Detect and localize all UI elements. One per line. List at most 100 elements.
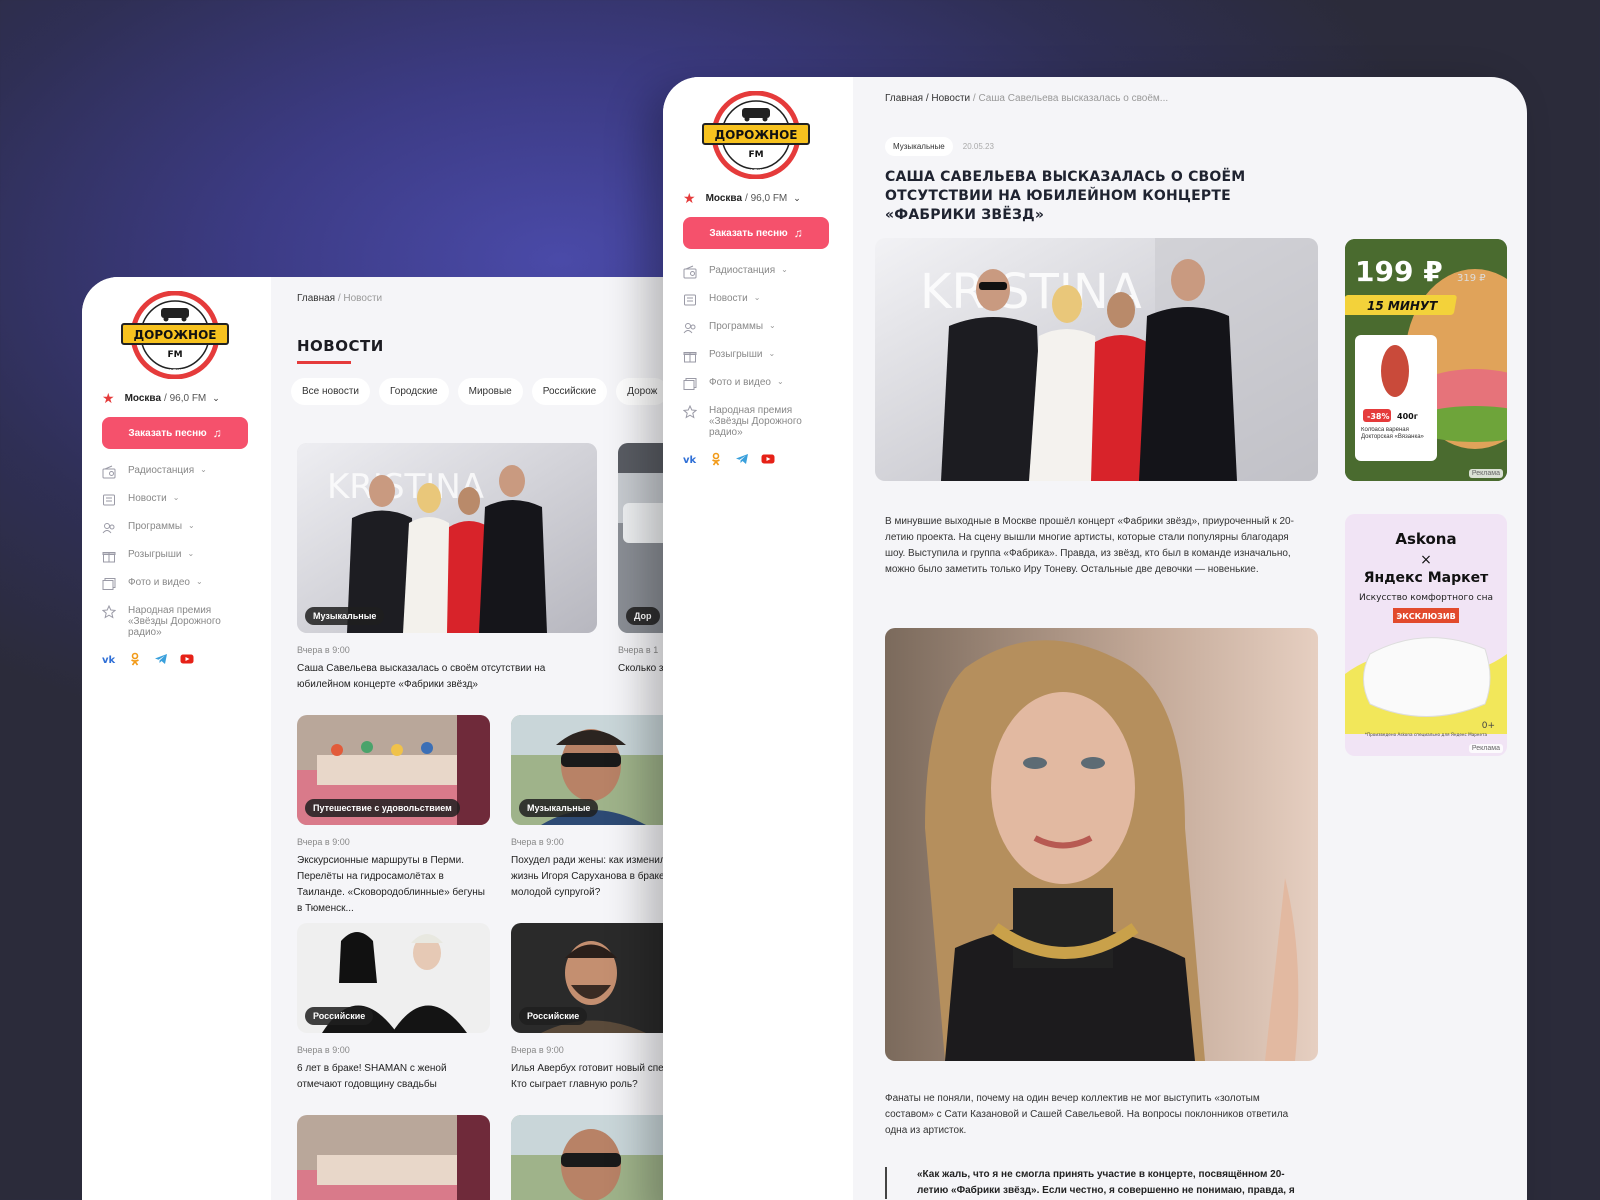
sidebar-item-radiostation[interactable]: Радиостанция ⌄	[683, 265, 833, 279]
sidebar-item-award[interactable]: Народная премия «Звёзды Дорожного радио»	[683, 405, 833, 438]
sidebar-item-label: Новости	[128, 493, 167, 504]
card-headline[interactable]: Похудел ради жены: как изменил жизнь Иго…	[511, 853, 681, 901]
svg-text:Askona: Askona	[1395, 530, 1456, 548]
sidebar-item-programs[interactable]: Программы ⌄	[102, 521, 251, 535]
news-card[interactable]: Музыкальные Вчера в 9:00 Похудел ради же…	[511, 715, 682, 901]
sidebar-item-label: Радиостанция	[709, 265, 776, 276]
news-card[interactable]	[511, 1115, 682, 1200]
sidebar-item-giveaways[interactable]: Розыгрыши ⌄	[102, 549, 251, 563]
breadcrumb: Главная / Новости	[297, 293, 682, 304]
news-card-image[interactable]: Российские	[511, 923, 682, 1033]
sidebar-item-news[interactable]: Новости ⌄	[683, 293, 833, 307]
card-headline[interactable]: 6 лет в браке! SHAMAN с женой отмечают г…	[297, 1061, 490, 1093]
news-card-image[interactable]: KRISTINA Музыкальные	[297, 443, 597, 633]
category-tag[interactable]: Музыкальные	[885, 137, 953, 156]
ad-banner-askona[interactable]: Askona × Яндекс Маркет Искусство комфорт…	[1345, 514, 1507, 756]
sidebar-item-giveaways[interactable]: Розыгрыши ⌄	[683, 349, 833, 363]
card-headline[interactable]: Илья Авербух готовит новый спе Кто сыгра…	[511, 1061, 681, 1093]
breadcrumb: Главная / Новости / Саша Савельева выска…	[885, 93, 1527, 104]
news-card[interactable]: Путешествие с удовольствием Вчера в 9:00…	[297, 715, 490, 917]
card-time: Вчера в 9:00	[511, 1045, 564, 1055]
sidebar-item-radiostation[interactable]: Радиостанция ⌄	[102, 465, 251, 479]
news-main: Главная / Новости НОВОСТИ Все новости Го…	[271, 277, 682, 1200]
star-icon: ★	[683, 190, 696, 206]
news-card-image[interactable]: Музыкальные	[511, 715, 682, 825]
article-paragraph: В минувшие выходные в Москве прошёл конц…	[885, 516, 1294, 575]
breadcrumb-home[interactable]: Главная	[297, 293, 335, 304]
title-underline	[297, 361, 351, 364]
dorozhnoe-radio-logo[interactable]: ДОРОЖНОЕ FM РАДИО	[120, 291, 230, 379]
news-card[interactable]: KRISTINA Музыкальные Вчера в 9:00 Саша С…	[297, 443, 597, 693]
svg-text:Яндекс Маркет: Яндекс Маркет	[1364, 570, 1489, 586]
article-date: 20.05.23	[962, 142, 994, 151]
frequency: / 96,0 FM	[745, 192, 788, 204]
telegram-icon[interactable]	[154, 652, 168, 666]
news-card[interactable]	[297, 1115, 490, 1200]
music-note-icon: ♫	[212, 426, 222, 440]
card-headline[interactable]: Экскурсионные маршруты в Перми. Перелёты…	[297, 853, 490, 917]
chevron-down-icon: ⌄	[768, 349, 776, 358]
gift-icon	[683, 349, 697, 363]
breadcrumb-home[interactable]: Главная	[885, 93, 923, 104]
frequency: / 96,0 FM	[164, 392, 207, 404]
card-headline[interactable]: Саша Савельева высказалась о своём отсут…	[297, 661, 597, 693]
news-card-image[interactable]	[297, 1115, 490, 1200]
sidebar: ДОРОЖНОЕ FM РАДИО ★ Москва / 96,0 FM ⌄ З…	[663, 77, 853, 1200]
radio-icon	[102, 465, 116, 479]
category-badge: Музыкальные	[519, 799, 599, 817]
chip-road[interactable]: Дорож	[616, 378, 669, 405]
ad-banner-sausage[interactable]: 199 ₽ 319 ₽ 15 МИНУТ -38% 400г Колбаса в…	[1345, 239, 1507, 481]
pillow-ad-image: Askona × Яндекс Маркет Искусство комфорт…	[1345, 514, 1507, 756]
sidebar-item-label: Радиостанция	[128, 465, 195, 476]
article-portrait-photo	[885, 628, 1318, 1061]
card-time: Вчера в 9:00	[297, 645, 350, 655]
svg-text:400г: 400г	[1397, 412, 1418, 421]
telegram-icon[interactable]	[735, 452, 749, 466]
card-time: Вчера в 9:00	[297, 837, 350, 847]
breadcrumb-current: / Саша Савельева высказалась о своём...	[972, 93, 1169, 104]
ok-icon[interactable]	[128, 652, 142, 666]
sidebar-item-news[interactable]: Новости ⌄	[102, 493, 251, 507]
order-song-label: Заказать песню	[709, 227, 788, 239]
category-badge: Российские	[305, 1007, 374, 1025]
sidebar-item-award[interactable]: Народная премия «Звёзды Дорожного радио»	[102, 605, 251, 638]
chip-all-news[interactable]: Все новости	[291, 378, 371, 405]
news-card[interactable]: Российские Вчера в 9:00 6 лет в браке! S…	[297, 923, 490, 1093]
youtube-icon[interactable]	[180, 652, 194, 666]
chip-russian[interactable]: Российские	[531, 378, 608, 405]
chevron-down-icon: ⌄	[781, 265, 788, 274]
article-main: Главная / Новости / Саша Савельева выска…	[853, 77, 1527, 1200]
city-selector[interactable]: ★ Москва / 96,0 FM ⌄	[683, 191, 833, 205]
ok-icon[interactable]	[709, 452, 723, 466]
news-list-window: ДОРОЖНОЕ FM РАДИО ★ Москва / 96,0 FM ⌄ З…	[82, 277, 682, 1200]
city-selector[interactable]: ★ Москва / 96,0 FM ⌄	[102, 391, 251, 405]
vk-icon[interactable]: vk	[683, 452, 697, 466]
news-card-image[interactable]: Путешествие с удовольствием	[297, 715, 490, 825]
news-icon	[102, 493, 116, 507]
vk-icon[interactable]: vk	[102, 652, 116, 666]
svg-text:FM: FM	[748, 150, 763, 160]
news-card-image[interactable]: Российские	[297, 923, 490, 1033]
card-time: Вчера в 9:00	[297, 1045, 350, 1055]
sidebar-item-photo-video[interactable]: Фото и видео ⌄	[102, 577, 251, 591]
youtube-icon[interactable]	[761, 452, 775, 466]
chip-city[interactable]: Городские	[379, 378, 449, 405]
svg-text:vk: vk	[683, 455, 697, 466]
breadcrumb-section[interactable]: / Новости	[926, 93, 970, 104]
svg-text:199 ₽: 199 ₽	[1355, 255, 1443, 288]
chevron-down-icon: ⌄	[187, 549, 195, 558]
news-card-image[interactable]	[511, 1115, 682, 1200]
programs-icon	[102, 521, 116, 535]
star-icon: ★	[102, 390, 115, 406]
sidebar-item-programs[interactable]: Программы ⌄	[683, 321, 833, 335]
sidebar-item-photo-video[interactable]: Фото и видео ⌄	[683, 377, 833, 391]
order-song-button[interactable]: Заказать песню ♫	[683, 217, 829, 249]
page-title: НОВОСТИ	[297, 337, 384, 355]
dorozhnoe-radio-logo[interactable]: ДОРОЖНОЕ FM РАДИО	[701, 91, 811, 179]
order-song-label: Заказать песню	[128, 427, 207, 439]
news-card[interactable]: Российские Вчера в 9:00 Илья Авербух гот…	[511, 923, 682, 1093]
order-song-button[interactable]: Заказать песню ♫	[102, 417, 248, 449]
svg-text:*Произведено Askona специально: *Произведено Askona специально для Яндек…	[1365, 732, 1488, 737]
sidebar-item-label: Программы	[128, 521, 183, 532]
chip-world[interactable]: Мировые	[457, 378, 523, 405]
